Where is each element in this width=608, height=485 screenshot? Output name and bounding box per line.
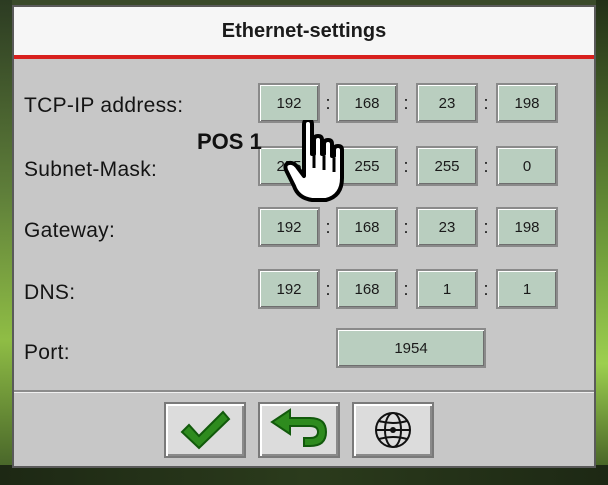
footer-divider-highlight (14, 392, 594, 393)
separator: : (403, 93, 409, 113)
dialog-title: Ethernet-settings (221, 19, 387, 42)
checkmark-icon (180, 410, 231, 450)
dns-label: DNS: (24, 281, 76, 304)
gateway-octet-2-field[interactable]: 168 (336, 207, 398, 247)
gateway-label: Gateway: (24, 219, 116, 242)
separator: : (403, 217, 409, 237)
annotation-label: POS 1 (197, 129, 262, 154)
globe-icon (375, 412, 411, 448)
gateway-octet-1-field[interactable]: 192 (258, 207, 320, 247)
dns-octet-3-field[interactable]: 1 (416, 269, 478, 309)
dns-octet-2-field[interactable]: 168 (336, 269, 398, 309)
subnet-octet-3-field[interactable]: 255 (416, 146, 478, 186)
separator: : (325, 217, 331, 237)
separator: : (403, 279, 409, 299)
tcpip-octet-4-field[interactable]: 198 (496, 83, 558, 123)
subnet-mask-label: Subnet-Mask: (24, 158, 158, 181)
separator: : (483, 217, 489, 237)
return-arrow-icon (270, 408, 328, 447)
tcpip-octet-3-field[interactable]: 23 (416, 83, 478, 123)
gateway-octet-4-field[interactable]: 198 (496, 207, 558, 247)
back-button[interactable] (258, 402, 340, 458)
dns-octet-4-field[interactable]: 1 (496, 269, 558, 309)
separator: : (325, 93, 331, 113)
tcpip-octet-2-field[interactable]: 168 (336, 83, 398, 123)
background-left (0, 0, 12, 485)
background-right (596, 0, 608, 485)
dialog-title-bar: Ethernet-settings (14, 7, 594, 59)
separator: : (483, 279, 489, 299)
separator: : (483, 93, 489, 113)
port-field[interactable]: 1954 (336, 328, 486, 368)
tcpip-octet-1-field[interactable]: 192 (258, 83, 320, 123)
confirm-button[interactable] (164, 402, 246, 458)
dns-octet-1-field[interactable]: 192 (258, 269, 320, 309)
gateway-octet-3-field[interactable]: 23 (416, 207, 478, 247)
ethernet-settings-dialog: Ethernet-settings TCP-IP address: 192 : … (12, 5, 596, 468)
separator: : (325, 279, 331, 299)
separator: : (483, 156, 489, 176)
separator: : (403, 156, 409, 176)
background-bottom (0, 465, 608, 485)
port-label: Port: (24, 341, 70, 364)
network-button[interactable] (352, 402, 434, 458)
pointing-hand-icon (283, 120, 344, 202)
subnet-octet-4-field[interactable]: 0 (496, 146, 558, 186)
tcpip-address-label: TCP-IP address: (24, 94, 184, 117)
